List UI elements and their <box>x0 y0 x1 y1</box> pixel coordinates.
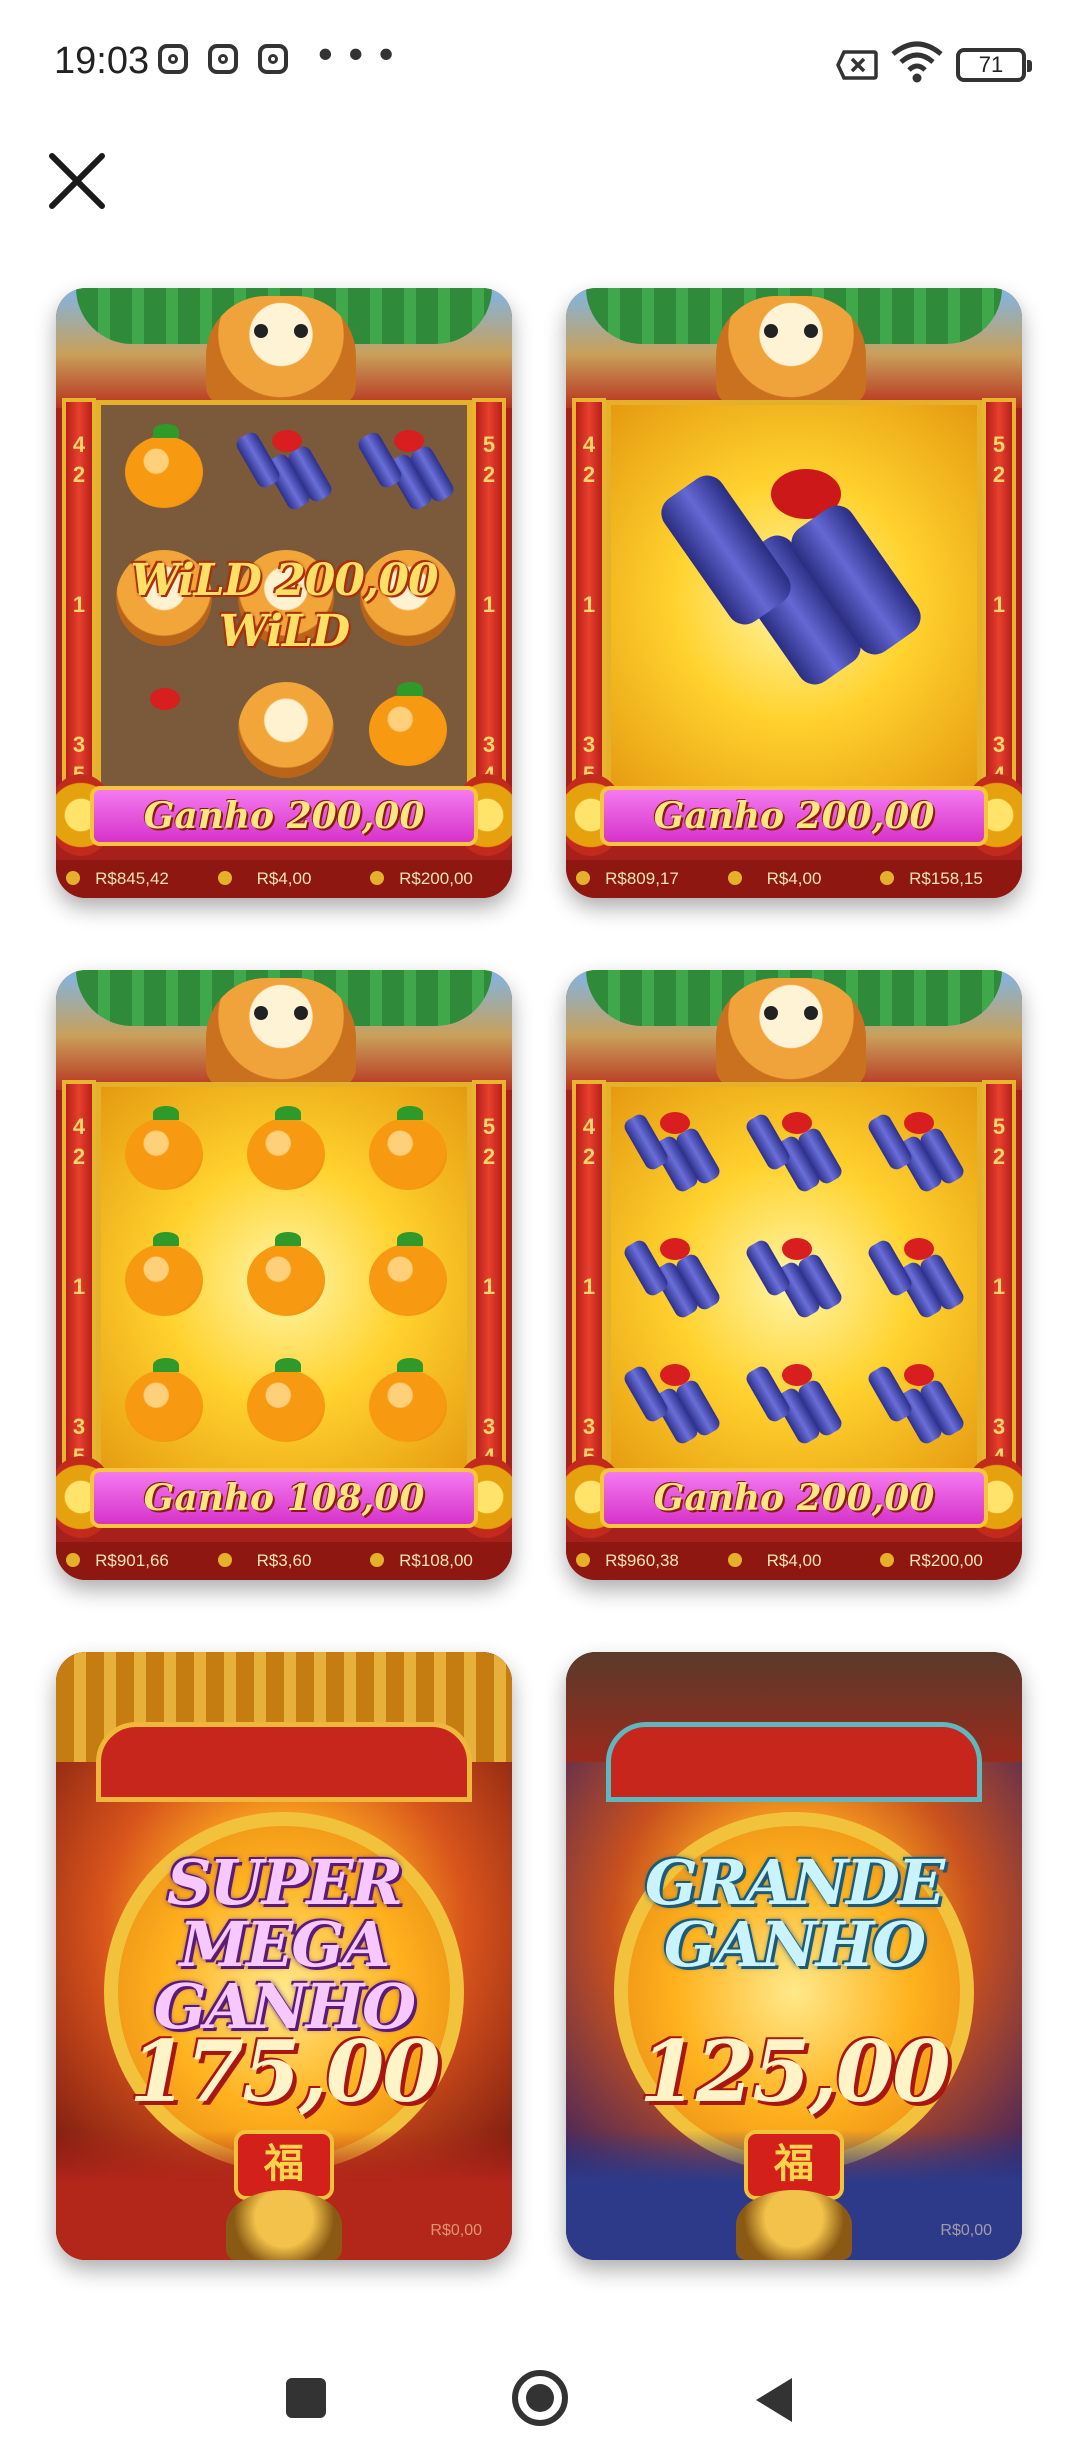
balance-value: R$809,17 <box>566 869 718 889</box>
system-navigation-bar <box>0 2340 1080 2460</box>
balance-value: R$901,66 <box>56 1551 208 1571</box>
win-value: R$108,00 <box>360 1551 512 1571</box>
left-payline-pillar: 42 135 <box>572 1080 606 1500</box>
game-info-bar: R$0,00 <box>56 2222 512 2252</box>
instagram-icon <box>158 44 188 74</box>
temple-arch <box>96 1722 472 1802</box>
more-notifications-indicator: • • • <box>318 30 396 77</box>
game-info-bar: R$809,17 R$4,00 R$158,15 <box>566 860 1022 898</box>
firecracker-icon <box>654 468 928 695</box>
right-payline-pillar: 52 134 <box>472 398 506 818</box>
win-value: R$0,00 <box>430 2222 482 2239</box>
instagram-icon <box>258 44 288 74</box>
game-info-bar: R$845,42 R$4,00 R$200,00 <box>56 860 512 898</box>
win-value: R$200,00 <box>870 1551 1022 1571</box>
orange-icon <box>369 1106 447 1190</box>
firecracker-icon <box>743 1363 845 1447</box>
bet-value: R$4,00 <box>718 1551 870 1571</box>
big-win-title: SUPER MEGA GANHO <box>56 1852 512 2038</box>
slot-reels: WiLD 200,00 WiLD <box>96 400 472 800</box>
balance-value: R$960,38 <box>566 1551 718 1571</box>
big-win-title-line2: GANHO <box>663 1908 926 1981</box>
status-time: 19:03 <box>54 40 150 82</box>
firecracker-icon <box>233 429 335 513</box>
tiger-mascot-icon <box>716 978 866 1088</box>
bet-value: R$4,00 <box>718 869 870 889</box>
big-win-title-line1: GRANDE <box>644 1846 945 1919</box>
firecracker-icon <box>355 429 457 513</box>
game-screenshot-card-4[interactable]: 42 135 52 134 Ganho 200,00 R$960,38 R$4,… <box>566 970 1022 1580</box>
right-payline-pillar: 52 134 <box>472 1080 506 1500</box>
firecracker-icon <box>621 1363 723 1447</box>
balance-value: R$845,42 <box>56 869 208 889</box>
game-screenshot-card-2[interactable]: 42 135 52 134 Ganho 200,00 R$809,17 R$4,… <box>566 288 1022 898</box>
recents-icon[interactable] <box>286 2378 326 2418</box>
firecracker-icon <box>865 1237 967 1321</box>
slot-reels <box>606 1082 982 1482</box>
orange-icon <box>247 1106 325 1190</box>
firecracker-icon <box>621 1237 723 1321</box>
win-banner: Ganho 200,00 <box>600 1468 988 1528</box>
game-screenshot-card-1[interactable]: 42 135 52 134 WiLD 200,00 WiLD Ganho 200… <box>56 288 512 898</box>
wild-win-overlay: WiLD 200,00 WiLD <box>130 555 438 657</box>
orange-icon <box>247 1232 325 1316</box>
instagram-icon <box>208 44 238 74</box>
win-value: R$0,00 <box>940 2222 992 2239</box>
orange-icon <box>125 424 203 508</box>
bet-value: R$4,00 <box>208 869 360 889</box>
game-info-bar: R$0,00 <box>566 2222 1022 2252</box>
orange-icon <box>125 1106 203 1190</box>
win-banner: Ganho 200,00 <box>600 786 988 846</box>
win-value: R$158,15 <box>870 869 1022 889</box>
slot-reels <box>96 1082 472 1482</box>
tiger-mascot-icon <box>716 296 866 406</box>
firecracker-icon <box>743 1111 845 1195</box>
big-win-amount: 175,00 <box>129 2022 440 2121</box>
game-screenshot-card-5[interactable]: SUPER MEGA GANHO 175,00 福 R$0,00 <box>56 1652 512 2260</box>
left-payline-pillar: 42 135 <box>62 1080 96 1500</box>
firecracker-icon <box>865 1111 967 1195</box>
red-envelope-icon <box>124 688 204 770</box>
game-info-bar: R$901,66 R$3,60 R$108,00 <box>56 1542 512 1580</box>
wild-tiger-icon <box>238 682 334 778</box>
firecracker-icon <box>743 1237 845 1321</box>
left-payline-pillar: 42 135 <box>572 398 606 818</box>
tiger-mascot-icon <box>206 978 356 1088</box>
bet-value: R$3,60 <box>208 1551 360 1571</box>
temple-arch <box>606 1722 982 1802</box>
game-screenshot-card-3[interactable]: 42 135 52 134 Ganho 108,00 R$901,66 R$3,… <box>56 970 512 1580</box>
firecracker-icon <box>621 1111 723 1195</box>
win-banner: Ganho 200,00 <box>90 786 478 846</box>
tiger-mascot-icon <box>206 296 356 406</box>
slot-reels <box>606 400 982 800</box>
big-win-title: GRANDE GANHO <box>566 1852 1022 1976</box>
home-icon[interactable] <box>512 2370 568 2426</box>
win-value: R$200,00 <box>360 869 512 889</box>
battery-icon: 71 <box>956 48 1032 82</box>
lucky-bag-icon <box>369 682 447 766</box>
orange-icon <box>369 1232 447 1316</box>
left-payline-pillar: 42 135 <box>62 398 96 818</box>
big-win-title-line1: SUPER <box>166 1846 403 1919</box>
orange-icon <box>247 1358 325 1442</box>
game-info-bar: R$960,38 R$4,00 R$200,00 <box>566 1542 1022 1580</box>
back-icon[interactable] <box>756 2378 792 2422</box>
big-win-title-line2: MEGA GANHO <box>153 1908 416 2043</box>
big-win-amount: 125,00 <box>639 2022 950 2121</box>
firecracker-icon <box>865 1363 967 1447</box>
no-sim-icon <box>836 50 878 80</box>
right-payline-pillar: 52 134 <box>982 1080 1016 1500</box>
wifi-icon <box>891 41 943 83</box>
orange-icon <box>125 1358 203 1442</box>
status-bar: 19:03 • • • 71 <box>0 0 1080 130</box>
close-icon[interactable] <box>46 150 108 212</box>
orange-icon <box>125 1232 203 1316</box>
win-banner: Ganho 108,00 <box>90 1468 478 1528</box>
orange-icon <box>369 1358 447 1442</box>
game-screenshot-card-6[interactable]: GRANDE GANHO 125,00 福 R$0,00 <box>566 1652 1022 2260</box>
right-payline-pillar: 52 134 <box>982 398 1016 818</box>
